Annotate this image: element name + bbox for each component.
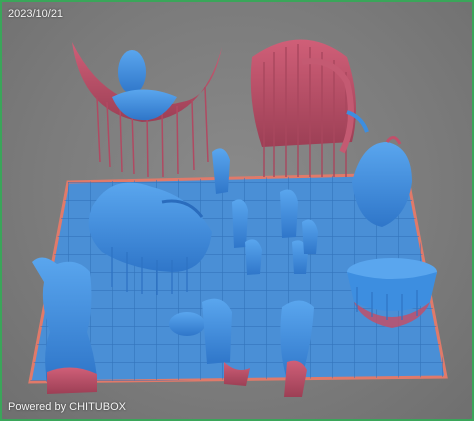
slicer-viewport[interactable]: 2023/10/21 Powered by CHITUBOX xyxy=(0,0,474,421)
model-red-cage[interactable] xyxy=(250,39,369,178)
powered-by-label: Powered by CHITUBOX xyxy=(8,401,126,413)
model-red-horns[interactable] xyxy=(72,42,222,178)
3d-scene[interactable] xyxy=(2,2,472,419)
